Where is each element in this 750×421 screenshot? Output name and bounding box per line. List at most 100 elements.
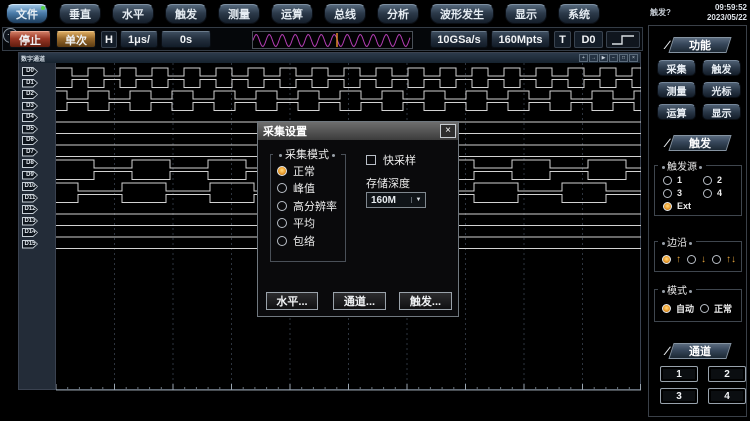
function-button-2[interactable]: 测量 [657,82,696,98]
digital-window-titlebar[interactable]: 数字通道 +→▶−□× [19,53,640,63]
horizontal-button[interactable]: H [101,31,117,48]
menu-item-6[interactable]: 总线 [324,4,366,24]
radio-icon[interactable] [277,218,287,228]
trigger-mode-option-0[interactable]: 自动 [662,302,694,315]
menu-item-0[interactable]: 文件 [6,4,48,24]
acq-mode-option-4[interactable]: 包络 [271,232,345,250]
menu-item-3[interactable]: 触发 [165,4,207,24]
trigger-source-option-4[interactable]: 4 [703,188,741,198]
trigger-source-option-3[interactable]: 3 [663,188,701,198]
window-control-icon-1[interactable]: → [589,54,598,62]
radio-icon[interactable] [703,176,712,185]
trigger-mode-radios: 自动正常 [655,297,741,321]
trigger-header-label: 触发 [689,135,711,151]
radio-icon[interactable] [277,166,287,176]
trigger-t-button[interactable]: T [554,31,571,48]
trigger-source-radios: 1234Ext [655,173,741,215]
window-control-icon-0[interactable]: + [579,54,588,62]
radio-icon[interactable] [712,255,721,264]
slash-decoration: ∕ [666,38,668,52]
radio-label: 包络 [293,233,315,249]
channel-buttons: 1234 [660,366,746,404]
menu-item-2[interactable]: 水平 [112,4,154,24]
radio-icon[interactable] [662,304,671,313]
trigger-source-option-1[interactable]: 1 [663,175,701,185]
trigger-source-option-Ext[interactable]: Ext [663,201,701,211]
window-control-icon-2[interactable]: ▶ [599,54,608,62]
fast-sample-checkbox-row[interactable]: 快采样 [366,152,416,168]
trigger-section-header[interactable]: ∕ 触发 [649,134,746,151]
dialog-title: 采集设置 [263,123,307,139]
menu-item-4[interactable]: 测量 [218,4,260,24]
acq-mode-option-3[interactable]: 平均 [271,215,345,233]
horizontal-offset-button[interactable]: 0s [161,31,211,48]
radio-icon[interactable] [277,201,287,211]
fast-sample-label: 快采样 [383,152,416,168]
menu-item-5[interactable]: 运算 [271,4,313,24]
trigger-source-option-2[interactable]: 2 [703,175,741,185]
menu-item-8[interactable]: 波形发生 [430,4,494,24]
single-button[interactable]: 单次 [56,31,96,48]
toolbar: 停止 单次 H 1μs/ 0s + 10GSa/s 160Mpts T D0 [2,27,643,51]
window-control-icon-4[interactable]: □ [619,54,628,62]
channel-tag-label: D4 [23,114,37,121]
function-button-3[interactable]: 光标 [702,82,741,98]
window-controls: +→▶−□× [579,54,638,62]
function-button-5[interactable]: 显示 [702,104,741,120]
timebase-button[interactable]: 1μs/ [120,31,158,48]
window-control-icon-3[interactable]: − [609,54,618,62]
trigger-status-label: 触发? [650,7,671,23]
sample-rate-readout[interactable]: 10GSa/s [430,31,488,48]
memory-depth-dropdown[interactable]: 160M ▼ [366,192,426,208]
radio-icon[interactable] [700,304,709,313]
radio-icon[interactable] [277,236,287,246]
radio-icon[interactable] [663,189,672,198]
channel-button-4[interactable]: 4 [708,388,746,404]
function-section-header[interactable]: ∕ 功能 [649,36,746,53]
channel-button-3[interactable]: 3 [660,388,698,404]
window-control-icon-5[interactable]: × [629,54,638,62]
edge-option-0[interactable]: ↑ [662,254,681,265]
active-indicator-dot [41,6,45,10]
channel-button-2[interactable]: 2 [708,366,746,382]
channel-tag-label: D1 [23,80,37,87]
rising-edge-icon[interactable] [606,31,640,48]
function-button-4[interactable]: 运算 [657,104,696,120]
waveform-preview-strip[interactable] [252,31,413,49]
trigger-mode-group: 模式 自动正常 [654,282,742,322]
edge-option-2[interactable]: ↑↓ [712,254,736,265]
dialog-footer-button-1[interactable]: 通道... [333,292,386,310]
edge-group: 边沿 ↑↓↑↓ [654,234,742,272]
trigger-source-button[interactable]: D0 [574,31,603,48]
radio-icon[interactable] [703,189,712,198]
channel-button-1[interactable]: 1 [660,366,698,382]
menu-item-7[interactable]: 分析 [377,4,419,24]
fast-sample-checkbox[interactable] [366,155,376,165]
acq-mode-option-2[interactable]: 高分辨率 [271,197,345,215]
acq-mode-option-0[interactable]: 正常 [271,162,345,180]
radio-icon[interactable] [687,255,696,264]
channel-tag-label: D11 [23,195,37,202]
menu-item-10[interactable]: 系统 [558,4,600,24]
radio-icon[interactable] [277,183,287,193]
dialog-footer-button-2[interactable]: 触发... [399,292,452,310]
stop-button[interactable]: 停止 [9,31,51,48]
radio-icon[interactable] [662,255,671,264]
close-icon[interactable]: × [440,124,456,138]
channel-tag-label: D10 [23,183,37,190]
edge-option-1[interactable]: ↓ [687,254,706,265]
function-button-0[interactable]: 采集 [657,60,696,76]
radio-icon[interactable] [663,176,672,185]
menu-item-1[interactable]: 垂直 [59,4,101,24]
dialog-titlebar[interactable]: 采集设置 [258,122,458,140]
menu-item-9[interactable]: 显示 [505,4,547,24]
dialog-footer-button-0[interactable]: 水平... [266,292,318,310]
function-button-1[interactable]: 触发 [702,60,741,76]
trigger-mode-option-1[interactable]: 正常 [700,302,732,315]
acq-mode-option-1[interactable]: 峰值 [271,180,345,198]
channel-tag-label: D7 [23,149,37,156]
memory-depth-readout[interactable]: 160Mpts [491,31,550,48]
channel-section-header[interactable]: ∕ 通道 [649,342,746,359]
radio-icon[interactable] [663,202,672,211]
acquisition-settings-dialog: 采集设置 × 采集模式 正常峰值高分辨率平均包络 快采样 存储深度 160M ▼… [257,121,459,317]
